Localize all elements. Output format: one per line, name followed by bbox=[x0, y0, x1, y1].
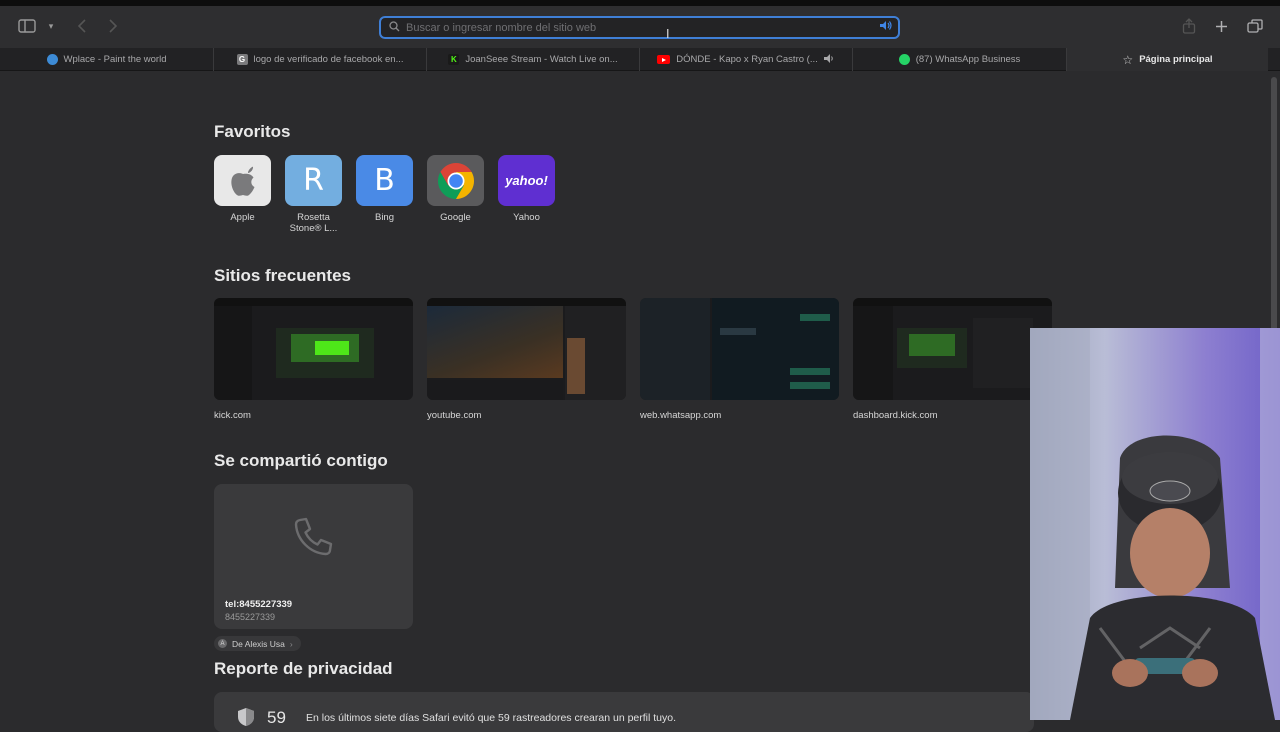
tab-title: JoanSeee Stream - Watch Live on... bbox=[465, 54, 618, 65]
webcam-overlay bbox=[1030, 328, 1280, 720]
bing-letter-icon: B bbox=[356, 155, 413, 206]
tab-overview-icon[interactable] bbox=[1244, 15, 1266, 37]
chevron-right-icon: › bbox=[289, 638, 293, 649]
site-url: youtube.com bbox=[427, 410, 482, 421]
favorite-label: Bing bbox=[374, 212, 394, 223]
yahoo-logo-icon: yahoo! bbox=[498, 155, 555, 206]
frequent-site-dashboard-kick[interactable]: dashboard.kick.com bbox=[853, 298, 1052, 421]
speaker-playing-icon[interactable] bbox=[823, 53, 835, 66]
tab-title: Página principal bbox=[1139, 54, 1213, 65]
tab-kick-stream[interactable]: K JoanSeee Stream - Watch Live on... bbox=[427, 48, 640, 71]
shared-card-title: tel:8455227339 bbox=[225, 599, 293, 610]
google-favicon-icon: G bbox=[236, 54, 248, 65]
share-icon[interactable] bbox=[1179, 15, 1199, 37]
browser-toolbar: ▾ Buscar o ingresar nombre del sitio web… bbox=[0, 6, 1280, 48]
site-url: dashboard.kick.com bbox=[853, 410, 938, 421]
tab-title: logo de verificado de facebook en... bbox=[253, 54, 404, 65]
avatar: A bbox=[218, 639, 227, 648]
site-thumbnail bbox=[640, 298, 839, 400]
tab-google-search[interactable]: G logo de verificado de facebook en... bbox=[214, 48, 427, 71]
whatsapp-icon bbox=[898, 54, 910, 65]
shared-heading: Se compartió contigo bbox=[214, 451, 388, 470]
globe-icon bbox=[46, 54, 58, 65]
sidebar-toggle-icon[interactable] bbox=[16, 15, 38, 37]
new-tab-icon[interactable] bbox=[1211, 15, 1231, 37]
tab-youtube[interactable]: DÓNDE - Kapo x Ryan Castro (... bbox=[640, 48, 853, 71]
forward-icon[interactable] bbox=[103, 15, 123, 37]
favorite-apple[interactable]: Apple bbox=[214, 155, 271, 223]
shared-card-subtitle: 8455227339 bbox=[225, 612, 276, 622]
tracker-count: 59 bbox=[267, 708, 286, 727]
back-icon[interactable] bbox=[72, 15, 92, 37]
privacy-summary: En los últimos siete días Safari evitó q… bbox=[306, 712, 677, 724]
shared-from-label: De Alexis Usa bbox=[232, 638, 285, 649]
privacy-heading: Reporte de privacidad bbox=[214, 659, 393, 678]
site-url: kick.com bbox=[214, 410, 251, 421]
address-bar[interactable]: Buscar o ingresar nombre del sitio web bbox=[379, 16, 900, 39]
star-icon: ☆ bbox=[1122, 52, 1134, 67]
tab-title: Wplace - Paint the world bbox=[63, 54, 167, 65]
favorite-label: Rosetta Stone® L... bbox=[289, 212, 338, 234]
site-url: web.whatsapp.com bbox=[640, 410, 722, 421]
kick-favicon-icon: K bbox=[448, 54, 460, 65]
favorite-rosetta[interactable]: R Rosetta Stone® L... bbox=[285, 155, 342, 234]
frequent-site-whatsapp[interactable]: web.whatsapp.com bbox=[640, 298, 839, 421]
site-thumbnail bbox=[427, 298, 626, 400]
favorite-label: Yahoo bbox=[513, 212, 540, 223]
search-icon bbox=[389, 19, 400, 37]
rosetta-letter-icon: R bbox=[285, 155, 342, 206]
address-placeholder: Buscar o ingresar nombre del sitio web bbox=[406, 21, 597, 34]
favorite-label: Google bbox=[440, 212, 471, 223]
tab-title: DÓNDE - Kapo x Ryan Castro (... bbox=[676, 54, 818, 65]
phone-icon bbox=[290, 514, 336, 560]
favorite-google[interactable]: Google bbox=[427, 155, 484, 223]
privacy-report-card[interactable]: 59 En los últimos siete días Safari evit… bbox=[214, 692, 1034, 732]
favorite-yahoo[interactable]: yahoo! Yahoo bbox=[498, 155, 555, 223]
tab-title: (87) WhatsApp Business bbox=[915, 54, 1021, 65]
favorites-heading: Favoritos bbox=[214, 122, 291, 141]
frequent-sites-heading: Sitios frecuentes bbox=[214, 266, 351, 285]
site-thumbnail bbox=[853, 298, 1052, 400]
frequent-site-youtube[interactable]: youtube.com bbox=[427, 298, 626, 421]
frequent-site-kick[interactable]: kick.com bbox=[214, 298, 413, 421]
tab-bar: Wplace - Paint the world G logo de verif… bbox=[0, 48, 1280, 71]
shared-contact-card[interactable]: tel:8455227339 8455227339 bbox=[214, 484, 413, 629]
apple-logo-icon bbox=[214, 155, 271, 206]
speaker-icon[interactable] bbox=[879, 20, 892, 34]
tab-homepage[interactable]: ☆ Página principal bbox=[1067, 48, 1268, 71]
favorite-bing[interactable]: B Bing bbox=[356, 155, 413, 223]
chrome-logo-icon bbox=[427, 155, 484, 206]
shared-from-pill[interactable]: A De Alexis Usa › bbox=[214, 636, 301, 651]
tab-whatsapp[interactable]: (87) WhatsApp Business bbox=[853, 48, 1067, 71]
chevron-down-icon[interactable]: ▾ bbox=[44, 15, 58, 37]
site-thumbnail bbox=[214, 298, 413, 400]
shield-icon bbox=[236, 707, 256, 727]
youtube-icon bbox=[657, 55, 671, 64]
favorite-label: Apple bbox=[230, 212, 255, 223]
tab-wplace[interactable]: Wplace - Paint the world bbox=[0, 48, 214, 71]
text-cursor-icon: I bbox=[666, 27, 670, 41]
